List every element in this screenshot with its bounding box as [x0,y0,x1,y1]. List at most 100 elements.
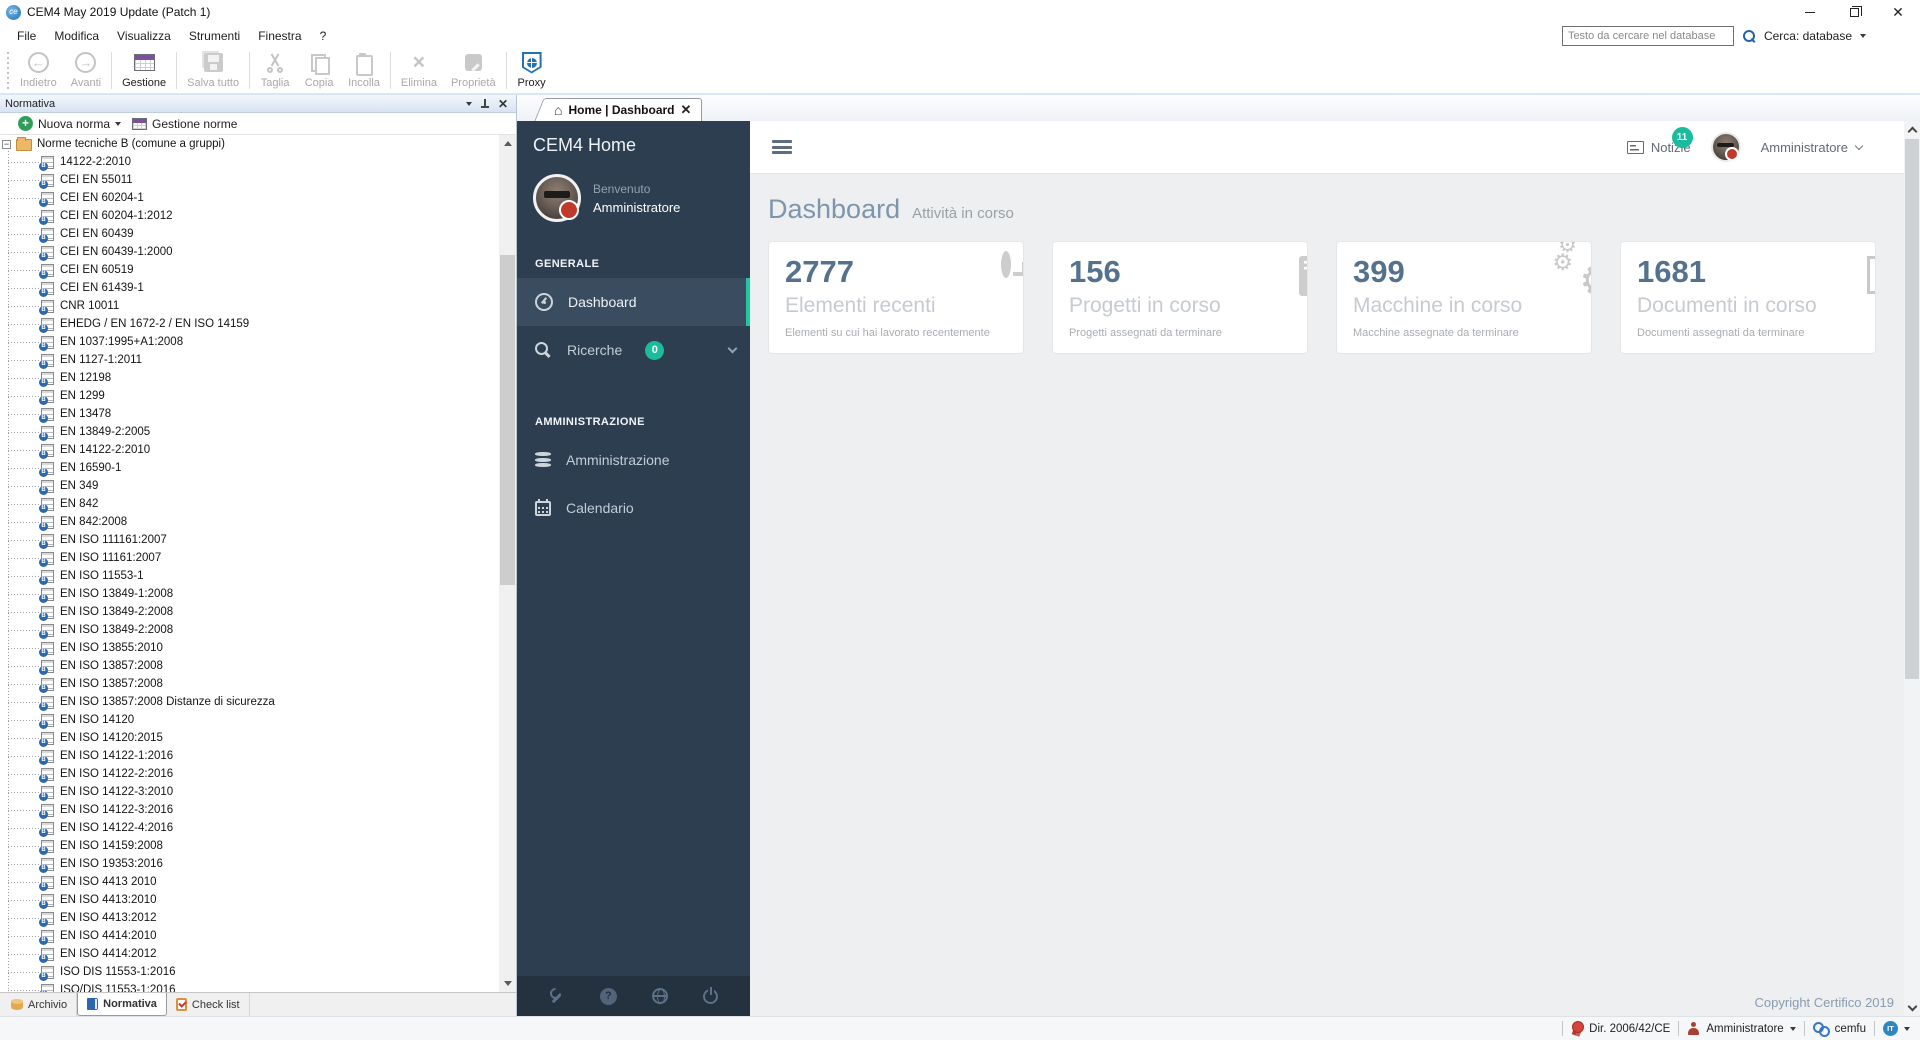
tree-item[interactable]: EN ISO 13849-1:2008 [0,585,499,603]
tree-item[interactable]: ISO DIS 11553-1:2016 [0,963,499,981]
tree-item[interactable]: EN ISO 13857:2008 [0,675,499,693]
copy-button[interactable]: Copia [297,48,341,93]
scroll-up-arrow[interactable] [1905,121,1919,137]
statusbar-user-selector[interactable]: Amministratore [1687,1022,1796,1035]
save-all-button[interactable]: Salva tutto [180,48,246,93]
tree-item[interactable]: CEI EN 60439 [0,225,499,243]
tree-item[interactable]: CEI EN 55011 [0,171,499,189]
tree-item[interactable]: EN ISO 14122-1:2016 [0,747,499,765]
tree-item[interactable]: EN ISO 19353:2016 [0,855,499,873]
search-database-button[interactable]: Cerca: database [1764,29,1852,43]
scroll-down-arrow[interactable] [1905,1000,1919,1016]
news-button[interactable]: Notizie 11 [1626,126,1693,155]
tree-item[interactable]: EN ISO 4414:2012 [0,945,499,963]
management-button[interactable]: Gestione [115,48,173,93]
tree-item[interactable]: EN 16590-1 [0,459,499,477]
panel-menu-dropdown-icon[interactable] [465,101,472,106]
tree-item[interactable]: EN ISO 14122-3:2010 [0,783,499,801]
tree-scrollbar[interactable] [499,135,516,992]
back-button[interactable]: ← Indietro [13,48,64,93]
card-progetti-in-corso[interactable]: 156 Progetti in corso Progetti assegnati… [1052,241,1308,354]
tree-item[interactable]: EN 1299 [0,387,499,405]
paste-button[interactable]: Incolla [341,48,387,93]
tree-root-node[interactable]: − Norme tecniche B (comune a gruppi) [0,135,499,153]
tree-item[interactable]: EN ISO 13857:2008 Distanze di sicurezza [0,693,499,711]
tree-item[interactable]: EN ISO 14159:2008 [0,837,499,855]
properties-button[interactable]: Proprietà [444,48,503,93]
tree-item[interactable]: EN ISO 14122-3:2016 [0,801,499,819]
tree-item[interactable]: EN ISO 13849-2:2008 [0,603,499,621]
tree-item[interactable]: EN ISO 13849-2:2008 [0,621,499,639]
tree-item[interactable]: EN 12198 [0,369,499,387]
tree-item[interactable]: EN 842:2008 [0,513,499,531]
chevron-down-icon[interactable] [727,343,738,354]
tree-item[interactable]: EN 1127-1:2011 [0,351,499,369]
language-selector[interactable]: IT [1883,1021,1910,1036]
power-icon[interactable] [703,986,719,1004]
panel-close-icon[interactable]: ✕ [498,98,508,110]
tree-item[interactable]: EN 842 [0,495,499,513]
sidebar-item-ricerche[interactable]: Ricerche 0 [517,326,750,374]
tree-item[interactable]: EN ISO 4414:2010 [0,927,499,945]
menu-visualizza[interactable]: Visualizza [108,26,180,46]
hamburger-menu-icon[interactable] [772,140,792,154]
tree-scrollbar-thumb[interactable] [500,255,515,585]
search-scope-dropdown-icon[interactable] [1860,34,1866,38]
wrench-icon[interactable] [549,988,565,1004]
tree-item[interactable]: EN ISO 14122-4:2016 [0,819,499,837]
tab-home-dashboard[interactable]: ⌂ Home | Dashboard ✕ [547,98,703,121]
card-elementi-recenti[interactable]: 2777 Elementi recenti Elementi su cui ha… [768,241,1024,354]
user-avatar[interactable] [533,174,581,222]
tab-normativa[interactable]: Normativa [77,993,167,1016]
close-button[interactable]: ✕ [1876,0,1920,24]
tree-item[interactable]: EN ISO 14120 [0,711,499,729]
dashboard-scrollbar-thumb[interactable] [1905,139,1919,679]
tree-item[interactable]: CEI EN 60204-1:2012 [0,207,499,225]
cut-button[interactable]: Taglia [253,48,297,93]
database-search-input[interactable]: Testo da cercare nel database [1561,26,1734,46]
tab-archivio[interactable]: Archivio [2,993,78,1016]
tree-item[interactable]: EHEDG / EN 1672-2 / EN ISO 14159 [0,315,499,333]
tree-item[interactable]: EN 1037:1995+A1:2008 [0,333,499,351]
tree-item[interactable]: EN ISO 4413 2010 [0,873,499,891]
tree-item[interactable]: EN 349 [0,477,499,495]
help-icon[interactable]: ? [599,987,617,1005]
tree-item[interactable]: EN ISO 14120:2015 [0,729,499,747]
tree-item[interactable]: EN ISO 11161:2007 [0,549,499,567]
menu-finestra[interactable]: Finestra [249,26,310,46]
tree-item[interactable]: EN ISO 11553-1 [0,567,499,585]
scroll-up-arrow[interactable] [499,135,516,152]
menu-strumenti[interactable]: Strumenti [180,26,249,46]
collapse-expander-icon[interactable]: − [2,139,11,149]
tab-check-list[interactable]: Check list [167,993,250,1016]
manage-norms-button[interactable]: Gestione norme [152,117,237,131]
tree-item[interactable]: EN ISO 14122-2:2016 [0,765,499,783]
restore-button[interactable] [1832,0,1876,24]
tree-item[interactable]: EN ISO 4413:2010 [0,891,499,909]
new-norm-button[interactable]: Nuova norma [38,117,110,131]
menu-modifica[interactable]: Modifica [45,26,108,46]
delete-button[interactable]: × Elimina [394,48,444,93]
minimize-button[interactable] [1788,0,1832,24]
tree-item[interactable]: CNR 10011 [0,297,499,315]
card-macchine-in-corso[interactable]: 399 Macchine in corso Macchine assegnate… [1336,241,1592,354]
header-avatar[interactable] [1710,132,1741,162]
tree-item[interactable]: EN 14122-2:2010 [0,441,499,459]
forward-button[interactable]: → Avanti [64,48,108,93]
tree-item[interactable]: CEI EN 60204-1 [0,189,499,207]
globe-icon[interactable] [652,988,669,1004]
tree-item[interactable]: CEI EN 60519 [0,261,499,279]
menu-help[interactable]: ? [311,26,336,46]
menu-file[interactable]: File [8,26,45,46]
tree-item[interactable]: EN ISO 4413:2012 [0,909,499,927]
card-documenti-in-corso[interactable]: 1681 Documenti in corso Documenti assegn… [1620,241,1876,354]
pin-icon[interactable] [480,98,489,109]
dashboard-scrollbar[interactable] [1904,121,1920,1016]
sidebar-item-calendario[interactable]: Calendario [517,484,750,532]
sidebar-item-dashboard[interactable]: Dashboard [517,278,750,326]
tree-item[interactable]: ISO/DIS 11553-1:2016 [0,981,499,992]
tree-item[interactable]: 14122-2:2010 [0,153,499,171]
proxy-button[interactable]: Proxy [510,48,554,93]
tree-item[interactable]: CEI EN 60439-1:2000 [0,243,499,261]
tree-item[interactable]: EN 13849-2:2005 [0,423,499,441]
